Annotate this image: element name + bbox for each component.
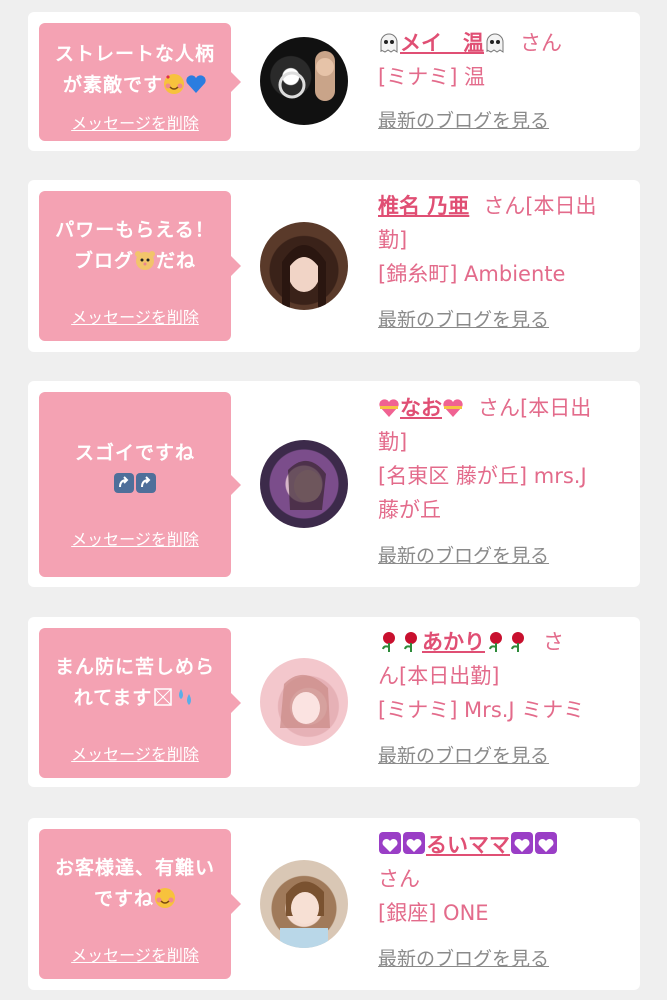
shop-label: [銀座] ONE xyxy=(378,901,489,925)
member-info: なお さん[本日出 勤] [名東区 藤が丘] mrs.J 藤が丘 最新のブログを見… xyxy=(378,391,636,568)
avatar[interactable] xyxy=(260,658,348,746)
latest-blog-link[interactable]: 最新のブログを見る xyxy=(378,106,636,133)
up-arrow-button-icon xyxy=(136,473,156,493)
smiling-face-with-hearts-icon xyxy=(164,74,184,94)
avatar-image xyxy=(278,51,335,101)
honorific-label-continued: 勤] xyxy=(378,430,408,454)
honorific-label: さん[本日出 xyxy=(483,194,597,218)
smiling-face-with-hearts-icon xyxy=(155,888,175,908)
message-card: ストレートな人柄 が素敵です メッセージを削除 メイ 温さん [ミナミ] 温 最… xyxy=(28,12,640,151)
avatar-image xyxy=(288,460,326,510)
rose-icon xyxy=(511,632,524,652)
avatar-image xyxy=(280,674,330,728)
message-card: スゴイですね メッセージを削除 なお さん[本日出 勤] [名東区 藤が丘] mr… xyxy=(28,381,640,587)
latest-blog-link[interactable]: 最新のブログを見る xyxy=(378,944,636,971)
member-name-link[interactable]: なお xyxy=(378,396,464,420)
avatar[interactable] xyxy=(260,860,348,948)
delete-message-link[interactable]: メッセージを削除 xyxy=(39,110,231,134)
honorific-label-continued: ん[本日出勤] xyxy=(378,664,500,688)
message-bubble: お客様達、有難い ですね メッセージを削除 xyxy=(39,829,241,979)
message-card: お客様達、有難い ですね メッセージを削除 るいママ さん [銀座] ONE 最… xyxy=(28,818,640,990)
honorific-label: さん[本日出 xyxy=(478,396,592,420)
shop-label: [ミナミ] Mrs.J ミナミ xyxy=(378,698,585,722)
member-info: 椎名 乃亜 さん[本日出 勤] [錦糸町] Ambiente 最新のブログを見る xyxy=(378,189,636,332)
message-bubble: スゴイですね メッセージを削除 xyxy=(39,392,241,577)
rose-icon xyxy=(382,632,395,652)
honorific-label-continued: 勤] xyxy=(378,228,408,252)
message-bubble: まん防に苦しめら れてます メッセージを削除 xyxy=(39,628,241,778)
honorific-label: さん xyxy=(520,31,562,55)
rose-icon xyxy=(489,632,502,652)
message-text: ストレートな人柄 が素敵です xyxy=(54,43,215,96)
avatar[interactable] xyxy=(260,37,348,125)
delete-message-link[interactable]: メッセージを削除 xyxy=(39,304,231,328)
shop-label: [錦糸町] Ambiente xyxy=(378,262,566,286)
message-bubble: パワーもらえる！ ブログ だね メッセージを削除 xyxy=(39,191,241,341)
missing-glyph-icon xyxy=(154,688,172,706)
avatar[interactable] xyxy=(260,222,348,310)
shop-label: [ミナミ] 温 xyxy=(378,65,486,89)
latest-blog-link[interactable]: 最新のブログを見る xyxy=(378,541,636,568)
avatar[interactable] xyxy=(260,440,348,528)
member-name-link[interactable]: メイ 温 xyxy=(378,31,506,55)
message-bubble: ストレートな人柄 が素敵です メッセージを削除 xyxy=(39,23,241,141)
purple-heart-icon xyxy=(511,832,533,854)
blue-heart-icon xyxy=(186,75,206,93)
member-info: るいママ さん [銀座] ONE 最新のブログを見る xyxy=(378,828,636,971)
heart-with-ribbon-icon xyxy=(443,399,463,417)
hamster-face-icon xyxy=(135,251,155,270)
message-card: パワーもらえる！ ブログ だね メッセージを削除 椎名 乃亜 さん[本日出 勤] [… xyxy=(28,180,640,352)
member-info: あかりさ ん[本日出勤] [ミナミ] Mrs.J ミナミ 最新のブログを見る xyxy=(378,625,636,768)
avatar-image xyxy=(280,881,328,948)
purple-heart-icon xyxy=(535,832,557,854)
delete-message-link[interactable]: メッセージを削除 xyxy=(39,942,231,966)
shop-label: [名東区 藤が丘] mrs.J xyxy=(378,464,587,488)
message-text: パワーもらえる！ ブログ だね xyxy=(55,219,215,272)
rose-icon xyxy=(404,632,417,652)
shop-label-continued: 藤が丘 xyxy=(378,498,441,522)
member-name-link[interactable]: るいママ xyxy=(378,832,558,857)
message-text: スゴイですね xyxy=(39,438,231,500)
purple-heart-icon xyxy=(403,832,425,854)
honorific-label: さん xyxy=(378,867,420,891)
sweat-droplets-icon xyxy=(179,689,192,705)
delete-message-link[interactable]: メッセージを削除 xyxy=(39,526,231,550)
latest-blog-link[interactable]: 最新のブログを見る xyxy=(378,741,636,768)
member-info: メイ 温さん [ミナミ] 温 最新のブログを見る xyxy=(378,26,636,133)
message-text: まん防に苦しめら れてます xyxy=(54,656,215,709)
member-name-link[interactable]: 椎名 乃亜 xyxy=(378,194,469,218)
message-card: まん防に苦しめら れてます メッセージを削除 あかりさ ん[本日出勤] [ミナミ… xyxy=(28,617,640,787)
up-arrow-button-icon xyxy=(114,473,134,493)
avatar-image xyxy=(282,245,326,310)
heart-with-ribbon-icon xyxy=(379,399,399,417)
honorific-label: さ xyxy=(543,630,564,654)
latest-blog-link[interactable]: 最新のブログを見る xyxy=(378,305,636,332)
ghost-icon xyxy=(380,33,398,53)
member-name-link[interactable]: あかり xyxy=(378,630,529,654)
ghost-icon xyxy=(486,33,504,53)
message-text: お客様達、有難い ですね xyxy=(54,857,215,910)
purple-heart-icon xyxy=(379,832,401,854)
delete-message-link[interactable]: メッセージを削除 xyxy=(39,741,231,765)
